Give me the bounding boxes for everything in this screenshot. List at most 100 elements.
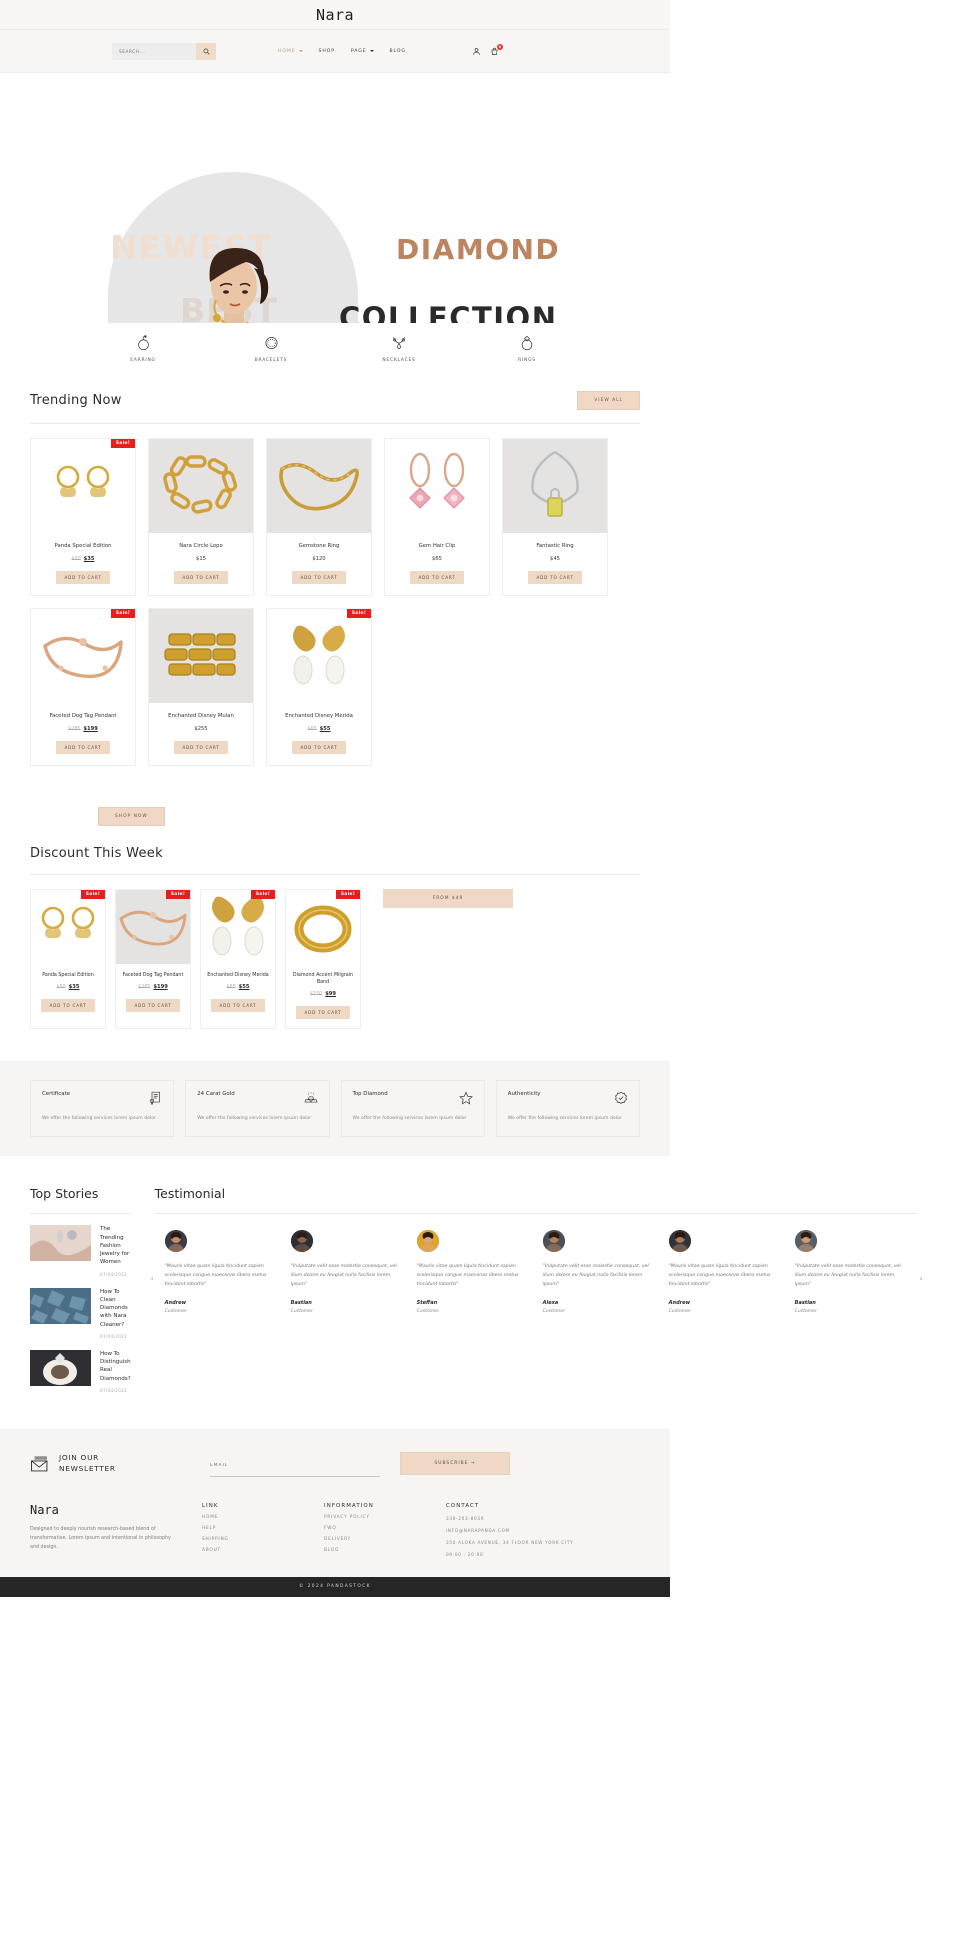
footer-link[interactable]: PRIVACY POLICY xyxy=(324,1515,424,1520)
view-all-button[interactable]: VIEW ALL xyxy=(577,391,640,410)
section-divider xyxy=(30,1213,131,1215)
footer-link[interactable]: FWQ xyxy=(324,1526,424,1531)
stories-testimonial-row: Top Stories The Trending Fashion Jewelry… xyxy=(30,1156,923,1393)
footer-contact-line: 350 ALOKA AVENUE, 34 FLOOR NEW YORK CITY xyxy=(446,1539,574,1545)
add-to-cart-button[interactable]: ADD TO CART xyxy=(173,570,229,584)
avatar xyxy=(794,1230,817,1253)
search-box[interactable] xyxy=(112,42,216,60)
newsletter-input-wrap[interactable] xyxy=(210,1451,380,1477)
testimonial-quote: "Vulputate velit esse molestie consequat… xyxy=(794,1264,901,1287)
product-image xyxy=(286,890,360,964)
search-icon xyxy=(202,47,210,55)
story-item[interactable]: How To Clean Diamonds with Nara Cleaner?… xyxy=(30,1287,131,1339)
sale-badge: Sale! xyxy=(110,439,135,448)
testimonial-card: "Vulputate velit esse molestie consequat… xyxy=(542,1230,655,1315)
product-card[interactable]: Sale! Faceted Dog Tag Pendant $285 $199 … xyxy=(30,607,136,766)
footer-link[interactable]: ABOUT xyxy=(202,1548,302,1553)
story-item[interactable]: How To Distinguish Real Diamonds? 07/04/… xyxy=(30,1349,131,1393)
product-card[interactable]: Nara Circle Lopo $15 ADD TO CART xyxy=(148,438,254,596)
product-card[interactable]: Gemstone Ring $120 ADD TO CART xyxy=(266,438,372,596)
model-illustration xyxy=(209,248,269,323)
category-necklaces[interactable]: NECKLACES xyxy=(370,335,428,363)
price-sale: $55 xyxy=(238,984,250,991)
product-price: $65 xyxy=(432,556,442,562)
features-row: Certificate We offer the following servi… xyxy=(0,1080,670,1138)
story-title: How To Clean Diamonds with Nara Cleaner? xyxy=(100,1288,128,1328)
email-input[interactable] xyxy=(210,1462,380,1471)
nav-item-page[interactable]: PAGE xyxy=(351,49,374,54)
testimonial-name: Alexa xyxy=(542,1300,559,1307)
chevron-right-icon[interactable]: › xyxy=(919,1274,922,1283)
product-image xyxy=(267,439,371,533)
product-card[interactable]: Sale! Diamond Accent Milgrain Band $150 … xyxy=(285,888,361,1030)
product-card[interactable]: Sale! Faceted Dog Tag Pendant $285 $199 … xyxy=(115,888,191,1030)
product-card[interactable]: Sale! Enchanted Disney Merida $65 $55 AD… xyxy=(266,607,372,766)
footer-column-head: CONTACT xyxy=(446,1502,480,1509)
product-title: Faceted Dog Tag Pendant xyxy=(122,972,184,978)
subscribe-button[interactable]: SUBSCRIBE → xyxy=(400,1452,510,1476)
main-nav: HOME SHOP PAGE BLOG xyxy=(278,49,406,54)
product-image xyxy=(31,890,105,964)
footer-link[interactable]: HOME xyxy=(202,1515,302,1520)
testimonial-quote: "Vulputate velit esse molestie consequat… xyxy=(542,1264,649,1287)
category-rings[interactable]: RINGS xyxy=(498,335,556,363)
feature-24-carat-gold: 24 Carat Gold We offer the following ser… xyxy=(185,1080,330,1138)
add-to-cart-button[interactable]: ADD TO CART xyxy=(291,740,347,754)
product-card[interactable]: Sale! Panda Special Edition $50 $35 ADD … xyxy=(30,888,106,1030)
category-bracelets[interactable]: BRACELETS xyxy=(242,335,300,363)
footer-column-contact: CONTACT 330-203-8039 INFO@NARAPANDA.COM 35… xyxy=(446,1503,616,1557)
add-to-cart-button[interactable]: ADD TO CART xyxy=(55,570,111,584)
footer-link[interactable]: HELP xyxy=(202,1526,302,1531)
nav-item-blog[interactable]: BLOG xyxy=(390,49,406,54)
category-label: BRACELETS xyxy=(254,358,288,363)
add-to-cart-button[interactable]: ADD TO CART xyxy=(173,740,229,754)
add-to-cart-button[interactable]: ADD TO CART xyxy=(291,570,347,584)
nav-item-home[interactable]: HOME xyxy=(278,49,303,54)
search-button[interactable] xyxy=(196,42,216,60)
product-card[interactable]: Enchanted Disney Mulan $255 ADD TO CART xyxy=(148,607,254,766)
footer-link[interactable]: SHIPPING xyxy=(202,1537,302,1542)
footer-link[interactable]: BLOG xyxy=(324,1548,424,1553)
site-page: Nara HOME SHOP PAGE BLOG xyxy=(0,0,923,1597)
add-to-cart-button[interactable]: ADD TO CART xyxy=(55,740,111,754)
add-to-cart-button[interactable]: ADD TO CART xyxy=(295,1006,351,1020)
testimonial-role: Customer xyxy=(542,1309,565,1315)
price: $255 xyxy=(194,725,208,732)
avatar xyxy=(668,1230,691,1253)
testimonial-card: "Mauris vitae quam ligula tincidunt sapi… xyxy=(164,1230,277,1314)
chevron-left-icon[interactable]: ‹ xyxy=(151,1274,154,1283)
product-price: $65 $55 xyxy=(308,726,331,732)
account-button[interactable] xyxy=(472,47,481,56)
testimonial-card: "Vulputate velit esse molestie consequat… xyxy=(290,1230,403,1314)
add-to-cart-button[interactable]: ADD TO CART xyxy=(409,570,465,584)
feature-authenticity: Authenticity We offer the following serv… xyxy=(495,1080,640,1138)
section-divider xyxy=(30,873,640,875)
gold-bars-icon xyxy=(303,1092,318,1103)
footer-link[interactable]: DELIVERY xyxy=(324,1537,424,1542)
product-card[interactable]: Gem Hair Clip $65 ADD TO CART xyxy=(384,438,490,596)
product-card[interactable]: Sale! Panda Special Edition $50 $35 ADD … xyxy=(30,438,136,596)
category-earring[interactable]: EARRING xyxy=(114,335,172,363)
search-input[interactable] xyxy=(112,42,196,60)
footer-link-list: PRIVACY POLICY FWQ DELIVERY BLOG xyxy=(324,1515,424,1553)
add-to-cart-button[interactable]: ADD TO CART xyxy=(125,999,181,1013)
cart-button[interactable]: 0 xyxy=(490,43,503,56)
features-band: Certificate We offer the following servi… xyxy=(0,1061,670,1157)
price: $65 xyxy=(432,555,442,562)
footer-column-information: INFORMATION PRIVACY POLICY FWQ DELIVERY BLO… xyxy=(324,1503,424,1557)
product-title: Enchanted Disney Merida xyxy=(285,712,353,719)
nav-item-shop[interactable]: SHOP xyxy=(319,49,335,54)
product-card[interactable]: Sale! Enchanted Disney Merida $65 $55 AD… xyxy=(200,888,276,1030)
testimonial-name: Steffan xyxy=(416,1300,438,1307)
story-item[interactable]: The Trending Fashion Jewelry for Women 0… xyxy=(30,1225,131,1277)
product-card[interactable]: Fantastic Ring $45 ADD TO CART xyxy=(502,438,608,596)
top-brand-bar: Nara xyxy=(0,0,670,29)
footer-column-link: LINK HOME HELP SHIPPING ABOUT xyxy=(202,1503,302,1557)
necklace-icon xyxy=(393,337,405,350)
add-to-cart-button[interactable]: ADD TO CART xyxy=(40,999,96,1013)
add-to-cart-button[interactable]: ADD TO CART xyxy=(527,570,583,584)
feature-top-diamond: Top Diamond We offer the following servi… xyxy=(340,1080,485,1138)
add-to-cart-button[interactable]: ADD TO CART xyxy=(210,999,266,1013)
user-icon xyxy=(473,47,480,55)
shop-now-button[interactable]: SHOP NOW xyxy=(98,806,165,826)
